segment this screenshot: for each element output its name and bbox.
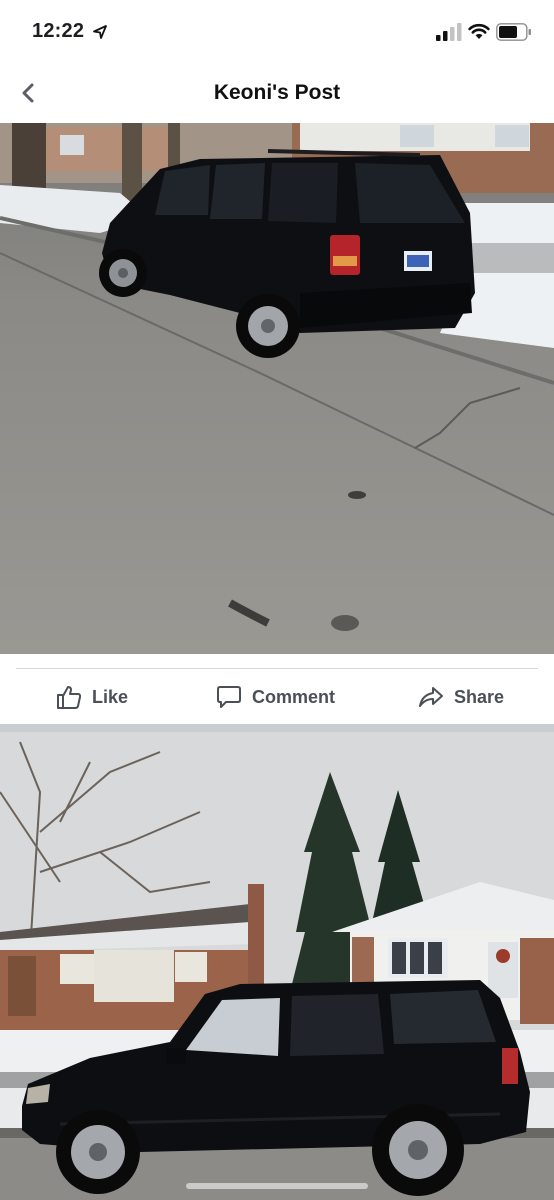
comment-label: Comment bbox=[252, 686, 336, 707]
cellular-signal-icon bbox=[436, 23, 462, 41]
status-time: 12:22 bbox=[32, 20, 85, 42]
post-separator bbox=[0, 724, 554, 732]
share-button[interactable]: Share bbox=[418, 682, 504, 712]
battery-icon bbox=[496, 23, 531, 41]
divider bbox=[16, 668, 538, 669]
thumbs-up-icon bbox=[57, 686, 82, 709]
comment-bubble-icon bbox=[217, 686, 241, 708]
share-label: Share bbox=[454, 686, 505, 707]
wifi-icon bbox=[468, 23, 490, 39]
location-arrow-icon bbox=[93, 25, 107, 39]
comment-button[interactable]: Comment bbox=[216, 682, 335, 712]
like-button[interactable]: Like bbox=[56, 682, 128, 712]
post-photo-1[interactable] bbox=[0, 123, 554, 654]
post-action-bar: Like Comment Share bbox=[0, 654, 554, 724]
share-arrow-icon bbox=[419, 687, 443, 707]
post-header: Keoni's Post bbox=[0, 66, 554, 122]
like-label: Like bbox=[92, 686, 129, 707]
home-indicator[interactable] bbox=[186, 1183, 368, 1189]
page-title: Keoni's Post bbox=[213, 81, 341, 104]
post-photo-2[interactable] bbox=[0, 732, 554, 1200]
status-bar: 12:22 bbox=[0, 0, 554, 66]
